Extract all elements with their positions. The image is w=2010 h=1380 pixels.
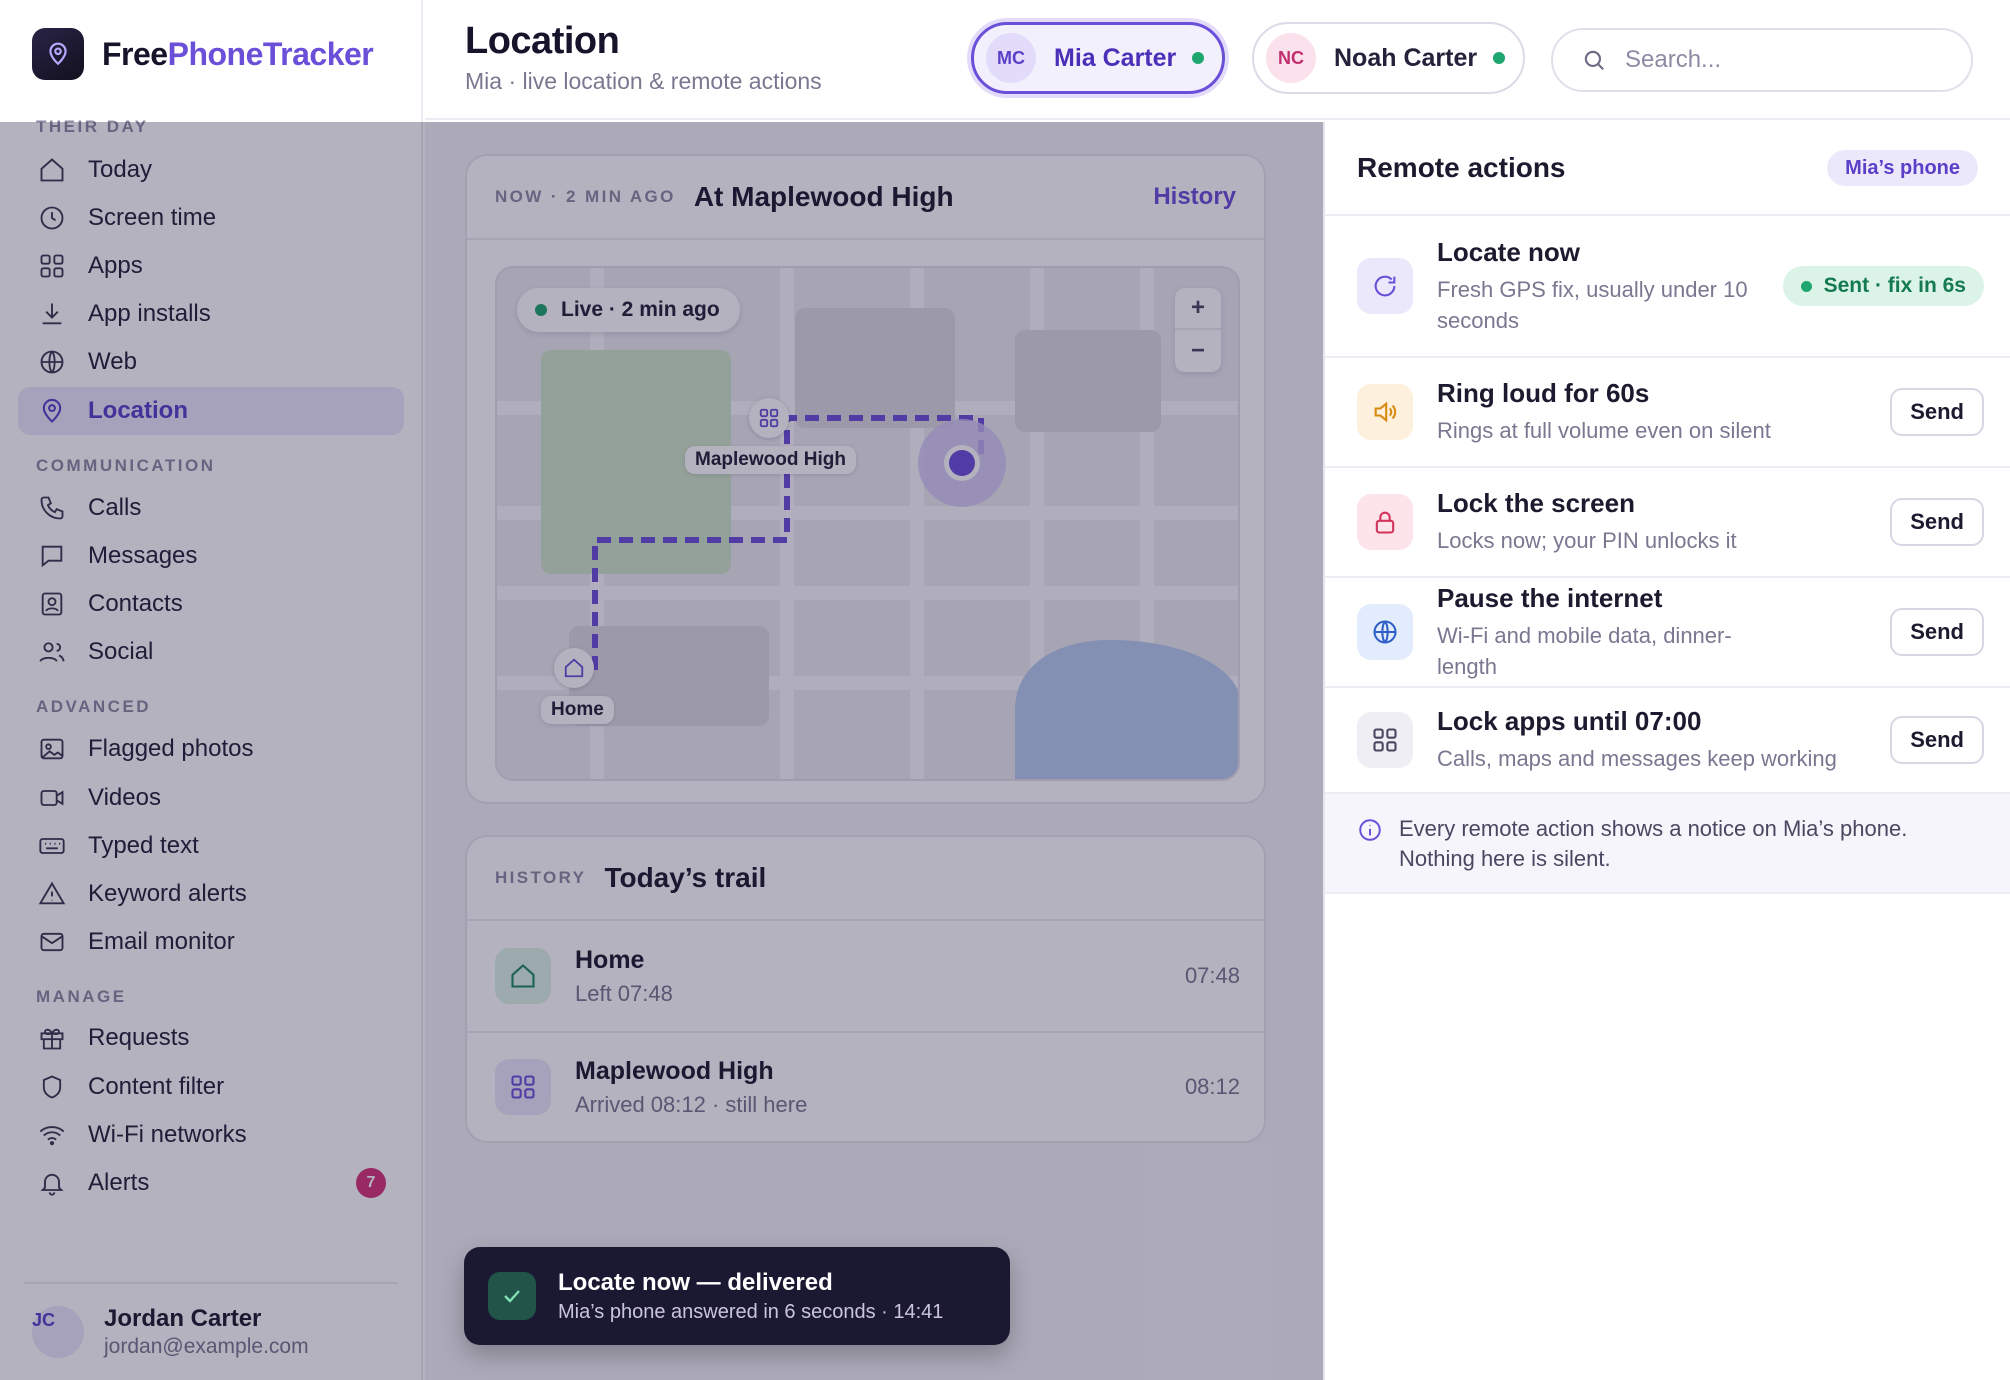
info-icon (1359, 819, 1381, 841)
action-title: Pause the internet (1437, 582, 1663, 613)
toast-notification: Locate now — delivered Mia’s phone answe… (464, 1247, 1010, 1345)
online-status-dot (1192, 52, 1205, 64)
action-subtitle: Fresh GPS fix, usually under 10 seconds (1437, 276, 1748, 333)
action-subtitle: Wi-Fi and mobile data, dinner-length (1437, 622, 1732, 679)
brand-name: FreePhoneTracker (102, 35, 374, 72)
toast-subtitle: Mia’s phone answered in 6 seconds · 14:4… (558, 1300, 944, 1323)
action-title: Locate now (1437, 236, 1581, 267)
device-badge: Mia’s phone (1827, 150, 1978, 186)
online-status-dot (1493, 52, 1506, 64)
privacy-notice: Every remote action shows a notice on Mi… (1325, 794, 2010, 894)
lock-icon (1357, 494, 1413, 550)
page-subtitle: Mia · live location & remote actions (465, 68, 822, 94)
brand-logo-icon (32, 28, 84, 80)
child-switch-noah[interactable]: NC Noah Carter (1252, 22, 1526, 94)
send-button[interactable]: Send (1890, 498, 1984, 546)
action-locate-now[interactable]: Locate now Fresh GPS fix, usually under … (1325, 216, 2010, 358)
speaker-icon (1357, 384, 1413, 440)
top-header: Location Mia · live location & remote ac… (425, 0, 2010, 120)
action-subtitle: Rings at full volume even on silent (1437, 418, 1771, 443)
remote-actions-panel: Remote actions Mia’s phone Locate now Fr… (1323, 122, 2010, 1380)
grid-icon (1357, 712, 1413, 768)
panel-title: Remote actions (1357, 152, 1566, 183)
status-dot (1800, 280, 1812, 292)
action-title: Lock apps until 07:00 (1437, 706, 1702, 736)
send-button[interactable]: Send (1890, 608, 1984, 656)
status-badge: Sent · fix in 6s (1782, 266, 1984, 306)
check-icon (488, 1272, 536, 1320)
avatar: MC (986, 33, 1036, 83)
globe-icon (1357, 604, 1413, 660)
child-name: Mia Carter (1054, 43, 1177, 72)
modal-backdrop[interactable] (0, 122, 1323, 1380)
action-lock-apps: Lock apps until 07:00 Calls, maps and me… (1325, 688, 2010, 794)
action-subtitle: Calls, maps and messages keep working (1437, 746, 1837, 771)
child-switch-mia[interactable]: MC Mia Carter (971, 22, 1226, 94)
action-lock-screen: Lock the screen Locks now; your PIN unlo… (1325, 468, 2010, 578)
brand[interactable]: FreePhoneTracker (32, 27, 374, 81)
refresh-icon (1357, 258, 1413, 314)
action-title: Lock the screen (1437, 488, 1635, 518)
child-name: Noah Carter (1334, 43, 1478, 72)
notice-text: Every remote action shows a notice on Mi… (1399, 816, 1908, 871)
action-title: Ring loud for 60s (1437, 378, 1650, 408)
action-pause-internet: Pause the internet Wi-Fi and mobile data… (1325, 578, 2010, 688)
send-button[interactable]: Send (1890, 388, 1984, 436)
send-button[interactable]: Send (1890, 716, 1984, 764)
search-input[interactable] (1625, 46, 1945, 74)
search-box[interactable] (1551, 28, 1973, 92)
search-icon (1584, 50, 1604, 70)
toast-title: Locate now — delivered (558, 1268, 833, 1296)
action-ring-loud: Ring loud for 60s Rings at full volume e… (1325, 358, 2010, 468)
avatar: NC (1266, 33, 1316, 83)
action-subtitle: Locks now; your PIN unlocks it (1437, 528, 1737, 553)
page-title: Location (465, 20, 620, 62)
